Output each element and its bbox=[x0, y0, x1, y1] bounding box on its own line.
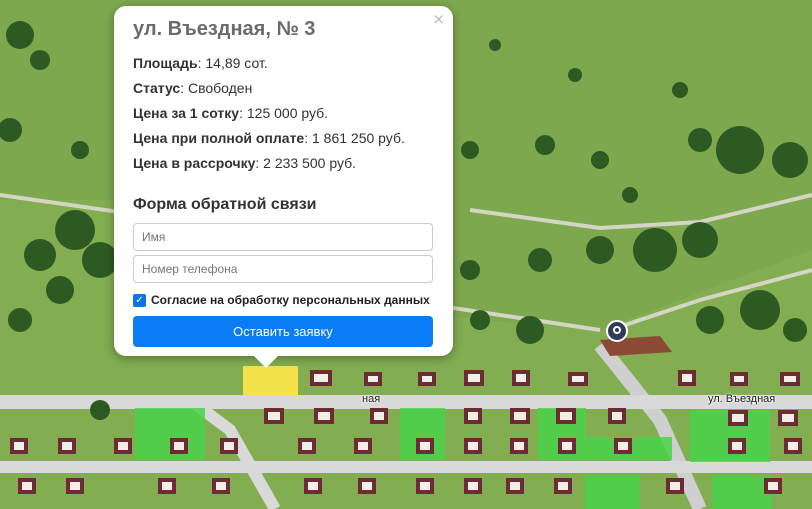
info-label: Цена в рассрочку bbox=[133, 155, 256, 171]
close-icon[interactable]: × bbox=[432, 10, 445, 28]
feedback-form-title: Форма обратной связи bbox=[133, 196, 317, 213]
info-row-status: Статус: Свободен bbox=[133, 76, 434, 101]
selected-plot bbox=[243, 366, 298, 396]
popup-title: ул. Въездная, № 3 bbox=[133, 18, 316, 40]
info-label: Цена за 1 сотку bbox=[133, 105, 240, 121]
info-row-area: Площадь: 14,89 сот. bbox=[133, 51, 434, 76]
info-row-price-per-sotka: Цена за 1 сотку: 125 000 руб. bbox=[133, 101, 434, 126]
info-value: : 14,89 сот. bbox=[197, 55, 268, 71]
phone-input[interactable] bbox=[133, 255, 433, 283]
info-value: : 125 000 руб. bbox=[239, 105, 329, 121]
consent-checkbox-row[interactable]: ✓ Согласие на обработку персональных дан… bbox=[133, 293, 434, 307]
info-value: : 2 233 500 руб. bbox=[255, 155, 357, 171]
map-location-marker-icon[interactable] bbox=[606, 320, 628, 342]
name-input[interactable] bbox=[133, 223, 433, 251]
info-label: Статус bbox=[133, 80, 181, 96]
street-label: ул. Въездная bbox=[708, 393, 776, 405]
info-row-full-payment: Цена при полной оплате: 1 861 250 руб. bbox=[133, 126, 434, 151]
info-value: : 1 861 250 руб. bbox=[304, 130, 405, 146]
info-row-installment: Цена в рассрочку: 2 233 500 руб. bbox=[133, 151, 434, 176]
info-label: Цена при полной оплате bbox=[133, 130, 305, 146]
submit-request-button[interactable]: Оставить заявку bbox=[133, 316, 433, 347]
info-value: : Свободен bbox=[180, 80, 253, 96]
plot-info-popup: × ул. Въездная, № 3 Площадь: 14,89 сот. … bbox=[114, 6, 453, 368]
consent-label: Согласие на обработку персональных данны… bbox=[151, 293, 430, 307]
street-label-partial: ная bbox=[362, 393, 381, 405]
info-label: Площадь bbox=[133, 55, 198, 71]
checkbox-checked-icon[interactable]: ✓ bbox=[133, 293, 146, 307]
